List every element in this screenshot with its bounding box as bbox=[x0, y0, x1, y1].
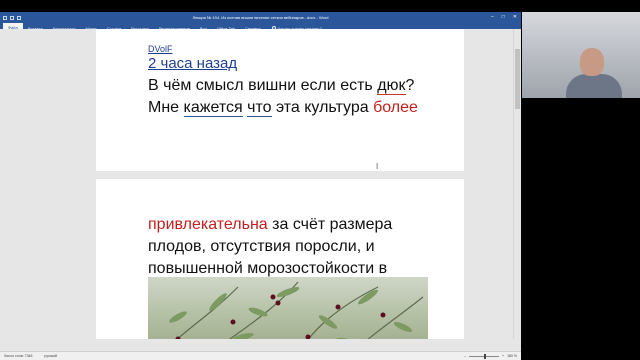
close-button[interactable]: ✕ bbox=[513, 14, 517, 20]
cherry-photo bbox=[148, 277, 428, 339]
text-run: В чём смысл вишни если есть bbox=[148, 77, 378, 94]
webcam-overlay bbox=[522, 12, 640, 98]
text-run: эта культура bbox=[271, 99, 374, 116]
highlighted-word: привлекательна bbox=[148, 216, 268, 233]
page-1: DVolF 2 часа назад В чём смысл вишни есл… bbox=[96, 29, 464, 171]
presenter-head bbox=[580, 48, 604, 76]
status-bar: Число слов: 7346 русский – + 180 % bbox=[0, 351, 521, 360]
spellcheck-word: дюк bbox=[377, 77, 406, 95]
zoom-control: – + 180 % bbox=[464, 353, 517, 359]
document-canvas[interactable]: DVolF 2 часа назад В чём смысл вишни есл… bbox=[0, 29, 521, 339]
zoom-out-icon[interactable]: – bbox=[464, 354, 466, 358]
grammar-word: кажется bbox=[183, 99, 243, 117]
comment-author[interactable]: DVolF bbox=[148, 44, 173, 54]
word-count[interactable]: Число слов: 7346 bbox=[0, 354, 32, 358]
zoom-in-icon[interactable]: + bbox=[502, 354, 504, 358]
window-controls: – □ ✕ bbox=[491, 14, 517, 20]
i-beam-cursor-icon: I bbox=[376, 162, 379, 171]
window-title: Лекция № 194. Из осения вишни весение се… bbox=[192, 15, 329, 20]
language-indicator[interactable]: русский bbox=[32, 354, 57, 358]
presenter-body bbox=[566, 74, 622, 98]
cherry-branches-image bbox=[169, 281, 424, 339]
scrollbar-thumb[interactable] bbox=[515, 49, 520, 109]
comment-time[interactable]: 2 часа назад bbox=[148, 55, 237, 72]
title-bar: Лекция № 194. Из осения вишни весение се… bbox=[0, 12, 521, 23]
zoom-slider[interactable] bbox=[469, 353, 500, 359]
zoom-level[interactable]: 180 % bbox=[507, 354, 517, 358]
grammar-word: что bbox=[247, 99, 272, 117]
screen: Лекция № 194. Из осения вишни весение се… bbox=[0, 0, 640, 360]
maximize-button[interactable]: □ bbox=[502, 14, 505, 20]
minimize-button[interactable]: – bbox=[491, 14, 494, 20]
vertical-scrollbar[interactable] bbox=[513, 29, 521, 339]
comment-text[interactable]: В чём смысл вишни если есть дюк? Мне каж… bbox=[148, 75, 448, 119]
highlighted-word: более bbox=[373, 99, 418, 116]
page-2: привлекательна за счёт размера плодов, о… bbox=[96, 179, 464, 339]
